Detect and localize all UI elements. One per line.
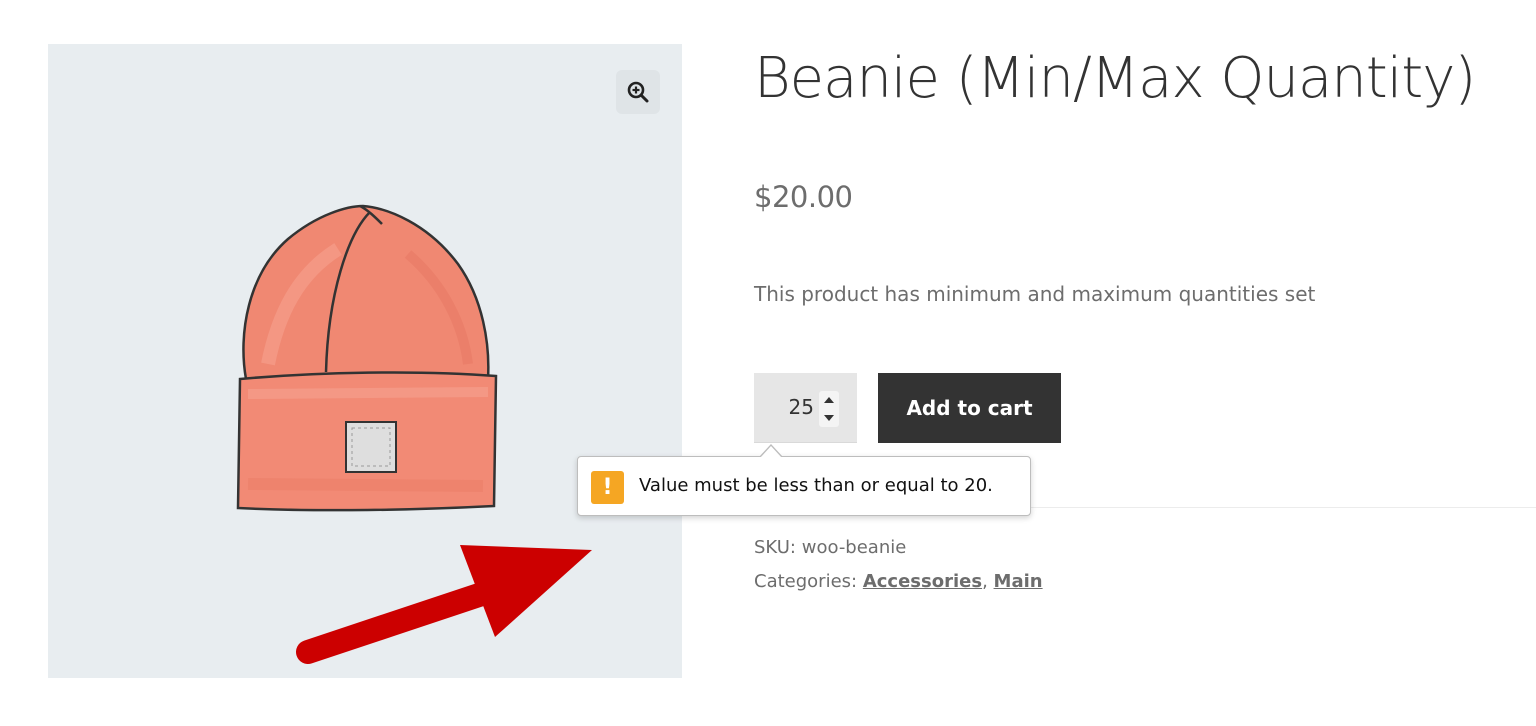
zoom-button[interactable] xyxy=(616,70,660,114)
add-to-cart-button[interactable]: Add to cart xyxy=(878,373,1061,443)
stepper-down-icon[interactable] xyxy=(824,415,834,421)
quantity-input[interactable]: 25 xyxy=(754,373,857,443)
warning-icon: ! xyxy=(591,471,624,504)
annotation-arrow-icon xyxy=(296,545,592,664)
tooltip-pointer-inner xyxy=(760,446,782,458)
quantity-value: 25 xyxy=(788,395,814,419)
zoom-in-icon xyxy=(627,81,649,103)
product-price: $20.00 xyxy=(754,180,853,214)
sku-value: woo-beanie xyxy=(801,537,907,558)
categories-label: Categories: xyxy=(754,571,858,592)
product-page: Beanie (Min/Max Quantity) $20.00 This pr… xyxy=(0,0,1536,726)
category-link-accessories[interactable]: Accessories xyxy=(863,571,982,592)
category-separator: , xyxy=(982,571,988,592)
stepper-up-icon[interactable] xyxy=(824,397,834,403)
categories-row: Categories: Accessories, Main xyxy=(754,571,1043,592)
validation-message: Value must be less than or equal to 20. xyxy=(639,475,993,496)
beanie-image xyxy=(236,204,498,512)
category-link-main[interactable]: Main xyxy=(994,571,1043,592)
sku-label: SKU: xyxy=(754,537,796,558)
validation-tooltip: ! Value must be less than or equal to 20… xyxy=(577,444,1031,516)
product-description: This product has minimum and maximum qua… xyxy=(754,282,1316,306)
product-title: Beanie (Min/Max Quantity) xyxy=(754,46,1476,111)
quantity-stepper[interactable] xyxy=(819,391,839,427)
sku-row: SKU: woo-beanie xyxy=(754,537,906,558)
